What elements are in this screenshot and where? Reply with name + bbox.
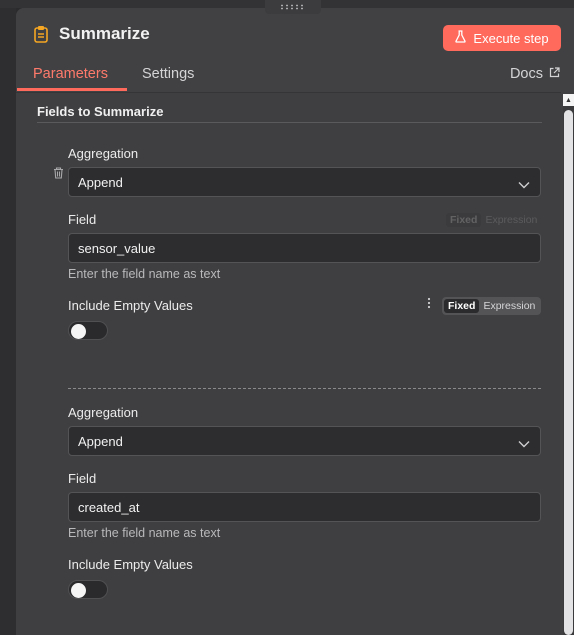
docs-label: Docs xyxy=(509,66,543,82)
title-row: Summarize xyxy=(33,24,150,44)
field-hint: Enter the field name as text xyxy=(68,526,221,540)
panel-drag-handle[interactable] xyxy=(265,0,321,14)
parameters-content: Fields to Summarize Aggregation Append F… xyxy=(16,92,561,635)
mode-expression-button[interactable]: Expression xyxy=(479,299,539,313)
aggregation-label: Aggregation xyxy=(68,146,139,161)
scrollbar-thumb[interactable] xyxy=(564,110,573,635)
node-title: Summarize xyxy=(59,24,150,43)
vertical-scrollbar[interactable]: ▲ xyxy=(563,94,574,635)
field-label: Field xyxy=(68,471,97,486)
execute-step-button[interactable]: Execute step xyxy=(443,25,561,51)
aggregation-select[interactable]: Append xyxy=(68,426,541,456)
tab-settings[interactable]: Settings xyxy=(142,66,194,82)
aggregation-select[interactable]: Append xyxy=(68,167,541,197)
mode-expression-option: Expression xyxy=(485,214,538,226)
field-input[interactable]: created_at xyxy=(68,492,541,522)
trash-icon[interactable] xyxy=(53,166,64,184)
chevron-down-icon xyxy=(518,436,530,451)
include-empty-mode-toggle[interactable]: Fixed Expression xyxy=(442,297,542,315)
active-tab-indicator xyxy=(17,88,127,91)
aggregation-value: Append xyxy=(78,433,123,449)
node-details-panel: Summarize Execute step Parameters Settin… xyxy=(16,8,574,635)
include-empty-label: Include Empty Values xyxy=(68,557,193,572)
field-input[interactable]: sensor_value xyxy=(68,233,541,263)
field-mode-toggle-faded: Fixed Expression xyxy=(444,211,543,229)
scroll-up-arrow-icon[interactable]: ▲ xyxy=(563,94,574,106)
include-empty-label: Include Empty Values xyxy=(68,298,193,313)
group-separator xyxy=(68,388,541,389)
clipboard-icon xyxy=(33,24,49,44)
aggregation-value: Append xyxy=(78,174,123,190)
external-link-icon xyxy=(549,66,560,82)
field-input-value: created_at xyxy=(78,499,140,515)
panel-header: Summarize Execute step Parameters Settin… xyxy=(16,8,574,92)
section-divider xyxy=(37,122,542,123)
section-title: Fields to Summarize xyxy=(37,104,164,119)
include-empty-switch[interactable] xyxy=(68,321,108,340)
aggregation-label: Aggregation xyxy=(68,405,139,420)
switch-knob xyxy=(71,323,86,339)
canvas-backdrop xyxy=(0,0,16,635)
switch-knob xyxy=(71,582,86,598)
chevron-down-icon xyxy=(518,177,530,192)
mode-fixed-button[interactable]: Fixed xyxy=(444,299,480,313)
drag-grip-icon xyxy=(281,4,303,10)
field-input-value: sensor_value xyxy=(78,240,156,256)
include-empty-switch[interactable] xyxy=(68,580,108,599)
tab-parameters[interactable]: Parameters xyxy=(33,66,108,82)
kebab-menu-icon[interactable] xyxy=(427,297,431,312)
execute-step-label: Execute step xyxy=(473,30,549,46)
tab-bar: Parameters Settings Docs xyxy=(16,64,574,92)
field-label: Field xyxy=(68,212,97,227)
flask-icon xyxy=(455,30,467,46)
mode-fixed-option: Fixed xyxy=(446,213,482,227)
field-hint: Enter the field name as text xyxy=(68,267,221,281)
docs-link[interactable]: Docs xyxy=(510,66,560,82)
